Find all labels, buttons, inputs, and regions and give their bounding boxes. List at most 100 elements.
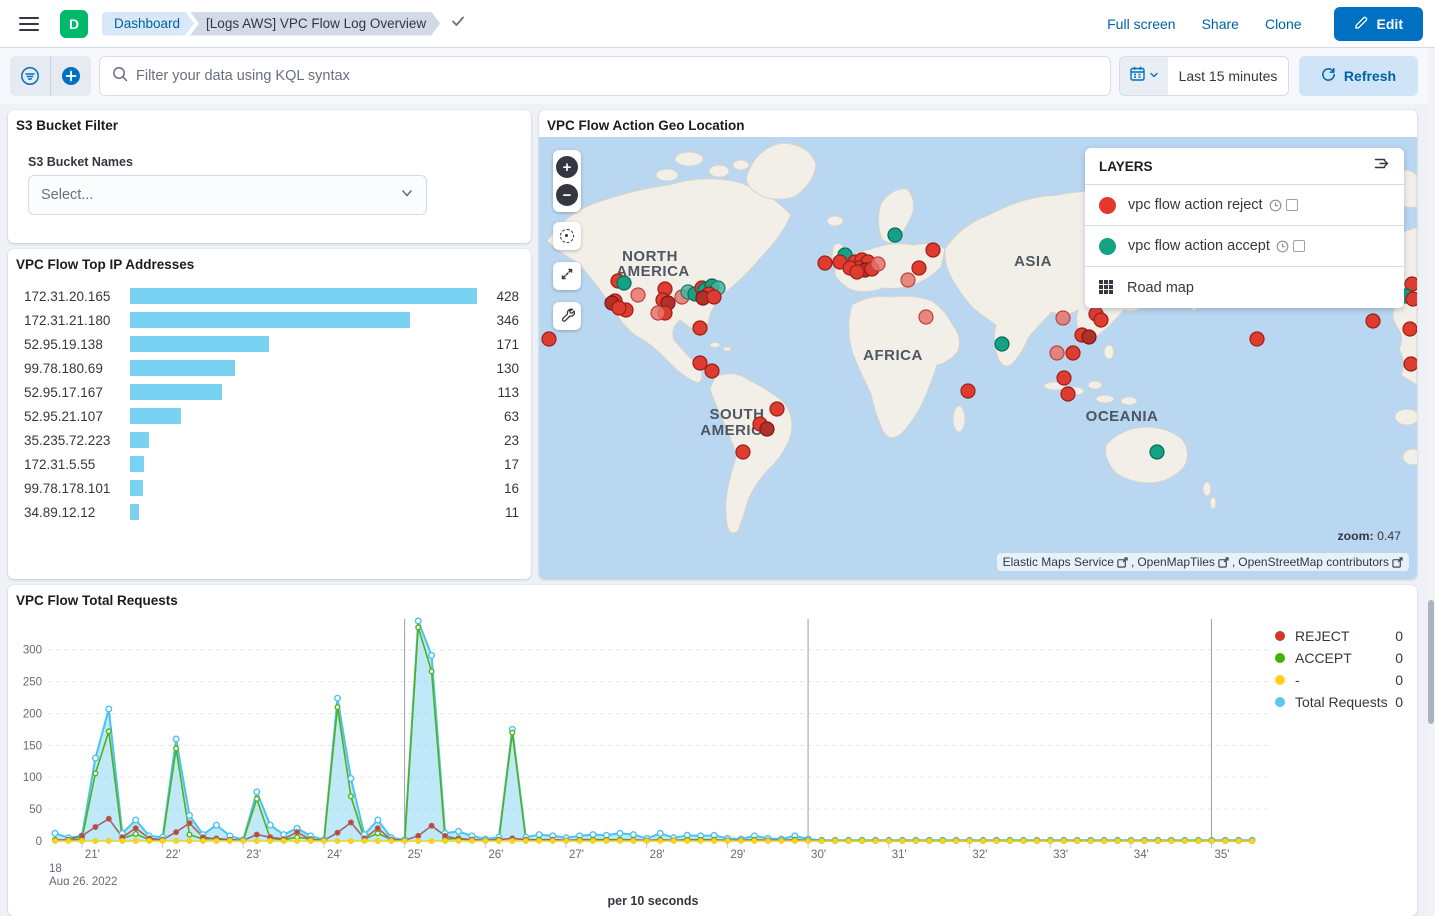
legend-item[interactable]: REJECT0 — [1275, 625, 1403, 647]
reject-geo-dot[interactable] — [1403, 322, 1417, 336]
layer-item-roadmap[interactable]: Road map — [1085, 267, 1404, 308]
accept-geo-dot[interactable] — [1150, 445, 1164, 459]
attribution-link[interactable]: OpenMapTiles — [1137, 555, 1215, 569]
reject-geo-dot[interactable] — [707, 290, 721, 304]
legend-item[interactable]: Total Requests0 — [1275, 691, 1403, 713]
reject-geo-dot[interactable] — [1061, 387, 1075, 401]
reject-geo-dot[interactable] — [1404, 357, 1417, 371]
ip-bar[interactable] — [130, 336, 269, 352]
ip-bar[interactable] — [130, 432, 149, 448]
reject-geo-dot[interactable] — [631, 288, 645, 302]
attribution-link[interactable]: Elastic Maps Service — [1003, 555, 1114, 569]
reject-geo-dot[interactable] — [901, 273, 915, 287]
set-view-button[interactable] — [553, 222, 581, 250]
ip-bar-row[interactable]: 52.95.17.167113 — [8, 380, 531, 404]
ip-bar[interactable] — [130, 312, 410, 328]
reject-geo-dot[interactable] — [705, 364, 719, 378]
reject-geo-dot[interactable] — [736, 445, 750, 459]
ip-bar-row[interactable]: 172.31.20.165428 — [8, 284, 531, 308]
reject-geo-dot[interactable] — [760, 422, 774, 436]
reject-geo-dot[interactable] — [1250, 332, 1264, 346]
reject-geo-dot[interactable] — [693, 321, 707, 335]
map-settings-button[interactable] — [553, 302, 581, 330]
accept-geo-dot[interactable] — [888, 228, 902, 242]
date-picker[interactable]: Last 15 minutes — [1119, 56, 1289, 96]
filter-list-icon[interactable] — [10, 56, 50, 96]
reject-layer-dot — [1099, 197, 1116, 214]
ip-address-label: 52.95.21.107 — [24, 409, 124, 424]
attribution-link[interactable]: OpenStreetMap contributors — [1238, 555, 1389, 569]
check-icon — [450, 13, 466, 34]
full-screen-link[interactable]: Full screen — [1107, 16, 1175, 32]
reject-geo-dot[interactable] — [1082, 330, 1096, 344]
reject-geo-dot[interactable] — [818, 256, 832, 270]
edit-button[interactable]: Edit — [1334, 7, 1423, 41]
ip-bar-row[interactable]: 52.95.21.10763 — [8, 404, 531, 428]
reject-geo-dot[interactable] — [919, 310, 933, 324]
breadcrumb-dashboard[interactable]: Dashboard — [102, 12, 194, 36]
refresh-button[interactable]: Refresh — [1299, 56, 1418, 96]
reject-geo-dot[interactable] — [1406, 292, 1417, 306]
menu-icon[interactable] — [12, 7, 46, 41]
ip-bar-row[interactable]: 52.95.19.138171 — [8, 332, 531, 356]
zoom-in-button[interactable]: + — [556, 156, 578, 178]
ip-bar[interactable] — [130, 480, 143, 496]
reject-geo-dot[interactable] — [912, 261, 926, 275]
reject-geo-dot[interactable] — [1094, 313, 1108, 327]
zoom-out-button[interactable]: − — [556, 184, 578, 206]
ip-bar-row[interactable]: 172.31.21.180346 — [8, 308, 531, 332]
reject-geo-dot[interactable] — [651, 306, 665, 320]
legend-item[interactable]: -0 — [1275, 669, 1403, 691]
svg-text:25': 25' — [408, 849, 423, 861]
reject-geo-dot[interactable] — [1057, 371, 1071, 385]
ip-bar-row[interactable]: 99.78.178.10116 — [8, 476, 531, 500]
reject-geo-dot[interactable] — [1066, 346, 1080, 360]
reject-geo-dot[interactable] — [961, 384, 975, 398]
reject-geo-dot[interactable] — [1366, 314, 1380, 328]
time-range-value[interactable]: Last 15 minutes — [1168, 57, 1288, 95]
reject-geo-dot[interactable] — [926, 243, 940, 257]
ip-bar-row[interactable]: 34.89.12.1211 — [8, 500, 531, 524]
world-map[interactable]: NORTHAMERICASOUTHAMERICAAFRICAASIAOCEANI… — [539, 137, 1417, 579]
share-link[interactable]: Share — [1202, 16, 1239, 32]
reject-geo-dot[interactable] — [693, 356, 707, 370]
clone-link[interactable]: Clone — [1265, 16, 1302, 32]
accept-geo-dot[interactable] — [617, 276, 631, 290]
reject-geo-dot[interactable] — [1050, 346, 1064, 360]
ip-bar-row[interactable]: 35.235.72.22323 — [8, 428, 531, 452]
svg-text:200: 200 — [23, 708, 42, 720]
reject-geo-dot[interactable] — [1056, 311, 1070, 325]
layer-item-reject[interactable]: vpc flow action reject — [1085, 185, 1404, 226]
ip-bar[interactable] — [130, 384, 222, 400]
accept-geo-dot[interactable] — [995, 337, 1009, 351]
ip-bar[interactable] — [130, 456, 144, 472]
scrollbar-thumb[interactable] — [1428, 600, 1434, 724]
ip-bar[interactable] — [130, 360, 235, 376]
add-filter-icon[interactable] — [51, 56, 91, 96]
wrench-icon — [559, 306, 575, 327]
page-scrollbar[interactable] — [1428, 48, 1435, 916]
s3-bucket-select[interactable]: Select... — [28, 175, 427, 215]
ip-bar-row[interactable]: 99.78.180.69130 — [8, 356, 531, 380]
fit-to-data-button[interactable] — [553, 262, 581, 290]
layer-checkbox[interactable] — [1293, 240, 1305, 252]
vpc-flow-total-requests-panel: VPC Flow Total Requests 0501001502002503… — [8, 585, 1417, 916]
reject-geo-dot[interactable] — [770, 402, 784, 416]
layer-item-accept[interactable]: vpc flow action accept — [1085, 226, 1404, 267]
ip-bar[interactable] — [130, 288, 477, 304]
ip-bar[interactable] — [130, 504, 139, 520]
ip-bar[interactable] — [130, 408, 181, 424]
reject-geo-dot[interactable] — [850, 265, 864, 279]
reject-geo-dot[interactable] — [612, 301, 626, 315]
collapse-layers-icon[interactable] — [1373, 155, 1390, 177]
reject-geo-dot[interactable] — [871, 257, 885, 271]
ip-count-value: 17 — [477, 457, 519, 472]
time-series-chart[interactable]: 05010015020025030021'22'23'24'25'26'27'2… — [14, 613, 1284, 885]
layer-checkbox[interactable] — [1286, 199, 1298, 211]
space-avatar[interactable]: D — [60, 10, 88, 38]
crosshair-icon — [560, 229, 574, 243]
ip-bar-row[interactable]: 172.31.5.5517 — [8, 452, 531, 476]
calendar-dropdown[interactable] — [1120, 57, 1168, 95]
legend-item[interactable]: ACCEPT0 — [1275, 647, 1403, 669]
kql-search-input[interactable] — [136, 68, 1098, 84]
